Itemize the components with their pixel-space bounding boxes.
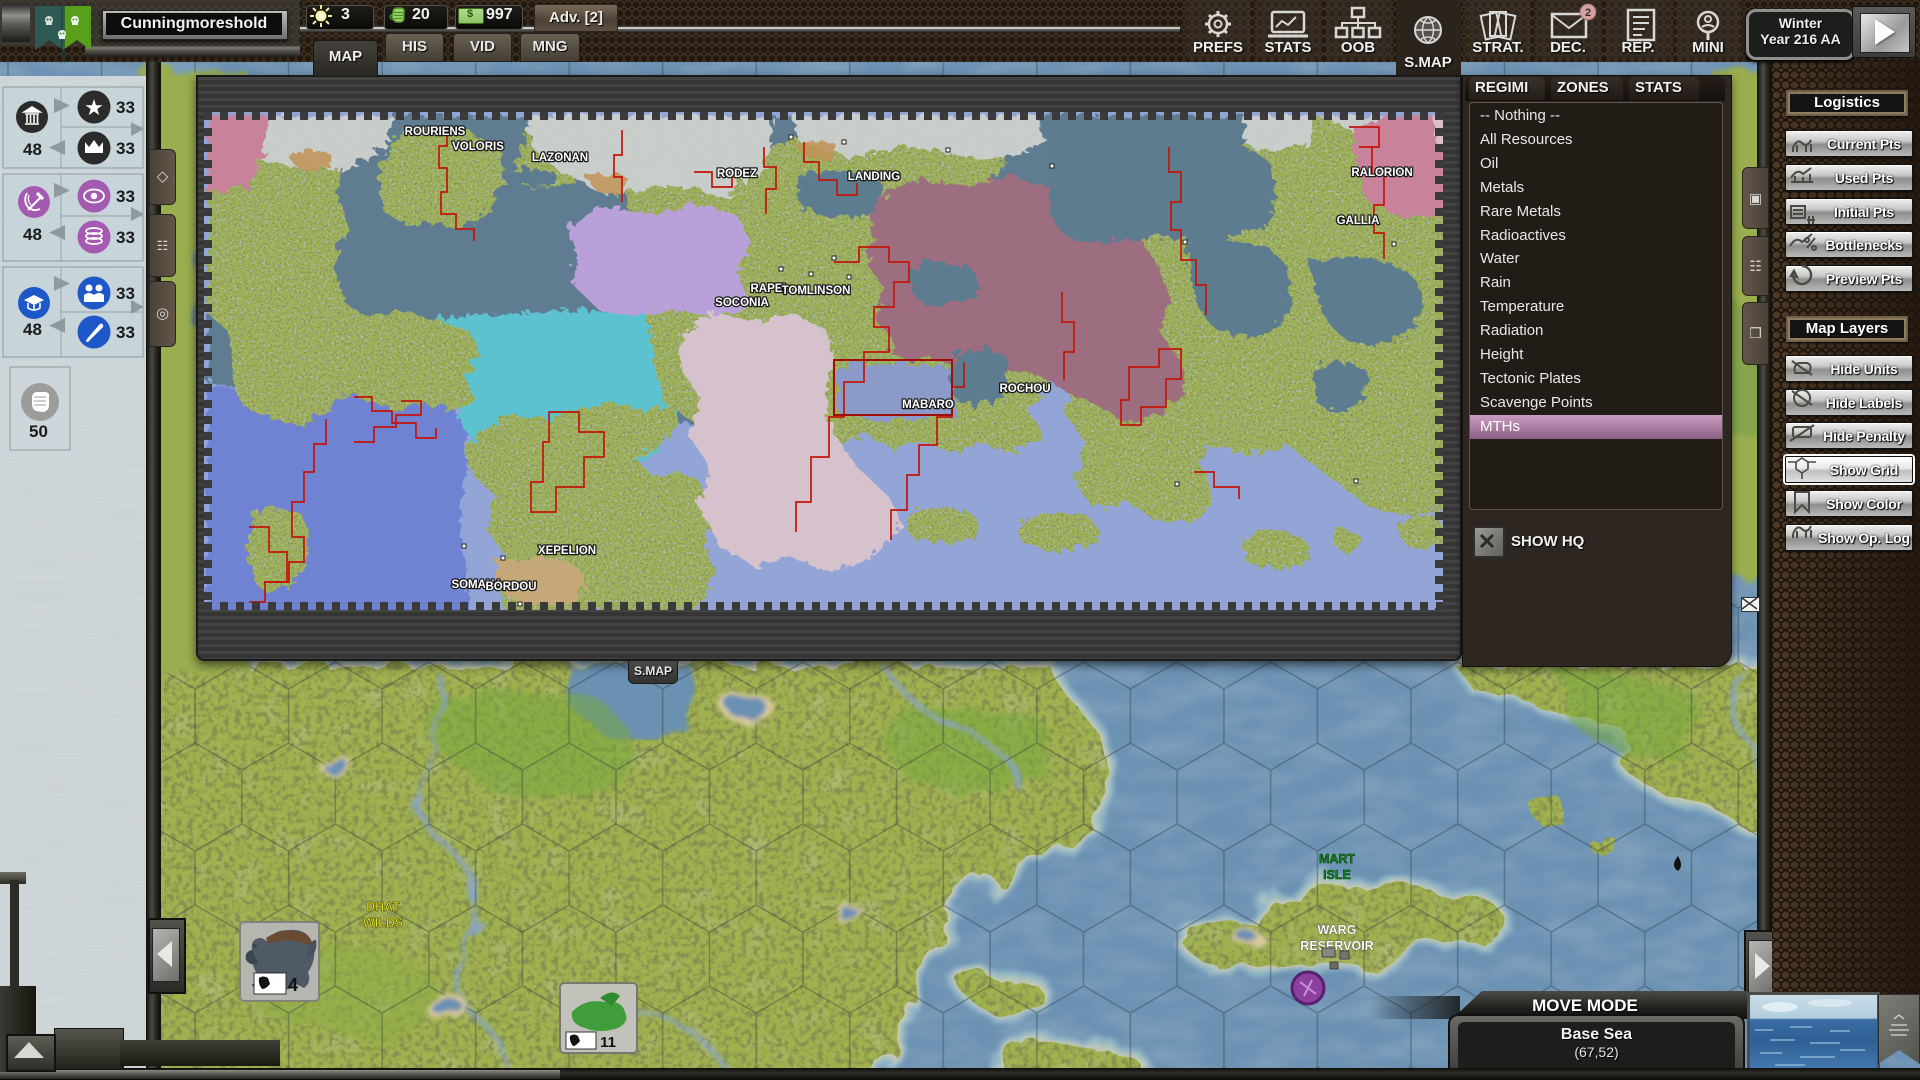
svg-text:BORDOU: BORDOU <box>485 581 536 593</box>
svg-text:XEPELION: XEPELION <box>538 545 596 557</box>
svg-text:11: 11 <box>600 1034 616 1051</box>
svg-text:33: 33 <box>116 228 135 247</box>
svg-text:VOLORIS: VOLORIS <box>452 141 504 153</box>
svg-text:PREFS: PREFS <box>1193 39 1243 56</box>
svg-text:48: 48 <box>23 320 42 339</box>
svg-text:SOCONIA: SOCONIA <box>715 297 769 309</box>
svg-text:RESERVOIR: RESERVOIR <box>1300 939 1373 953</box>
svg-text:33: 33 <box>116 323 135 342</box>
svg-text:TOMLINSON: TOMLINSON <box>782 285 851 297</box>
svg-text:48: 48 <box>23 225 42 244</box>
svg-text:RALORION: RALORION <box>1351 167 1412 179</box>
svg-text:GALLIA: GALLIA <box>1337 215 1380 227</box>
svg-text:33: 33 <box>116 139 135 158</box>
svg-text:33: 33 <box>116 284 135 303</box>
svg-text:LANDING: LANDING <box>848 171 900 183</box>
svg-text:S.MAP: S.MAP <box>1404 54 1452 71</box>
svg-text:4: 4 <box>288 975 298 995</box>
svg-text:STATS: STATS <box>1265 39 1312 56</box>
svg-text:WILDS: WILDS <box>363 916 403 930</box>
svg-text:LAZONAN: LAZONAN <box>532 152 588 164</box>
svg-text:WARG: WARG <box>1318 923 1357 937</box>
svg-text:REP.: REP. <box>1621 39 1654 56</box>
svg-text:48: 48 <box>23 140 42 159</box>
svg-text:STRAT.: STRAT. <box>1472 39 1523 56</box>
svg-text:OOB: OOB <box>1341 39 1375 56</box>
svg-text:DEC.: DEC. <box>1550 39 1586 56</box>
svg-text:MINI: MINI <box>1692 39 1724 56</box>
svg-text:ROURIENS: ROURIENS <box>405 126 466 138</box>
svg-text:50: 50 <box>29 422 48 441</box>
svg-text:33: 33 <box>116 98 135 117</box>
svg-text:2: 2 <box>1585 7 1591 19</box>
svg-text:RODEZ: RODEZ <box>717 168 757 180</box>
svg-text:33: 33 <box>116 187 135 206</box>
svg-text:ISLE: ISLE <box>1323 868 1351 882</box>
svg-text:DHAT: DHAT <box>366 900 400 914</box>
svg-text:ROCHOU: ROCHOU <box>999 383 1050 395</box>
svg-text:★: ★ <box>84 95 104 120</box>
svg-text:MART: MART <box>1319 852 1355 866</box>
svg-text:MABARO: MABARO <box>902 399 954 411</box>
